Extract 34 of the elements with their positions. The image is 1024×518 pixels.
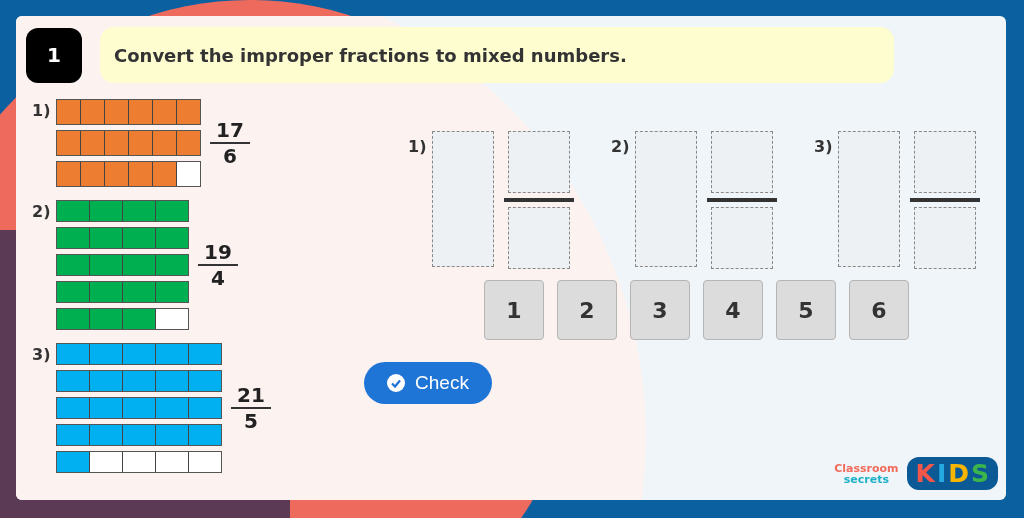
denominator-box[interactable] — [914, 207, 976, 269]
logo-text: Classroom — [834, 462, 899, 474]
denominator-box[interactable] — [711, 207, 773, 269]
numerator: 17 — [216, 118, 244, 142]
question-prompt: Convert the improper fractions to mixed numbers. — [100, 27, 894, 83]
number-tile[interactable]: 4 — [703, 280, 763, 340]
model-label: 3) — [32, 345, 52, 364]
logo-text: secrets — [843, 473, 889, 485]
number-tile[interactable]: 1 — [484, 280, 544, 340]
model-label: 1) — [32, 101, 52, 120]
denominator-box[interactable] — [508, 207, 570, 269]
whole-number-box[interactable] — [432, 131, 494, 267]
kids-logo: KI DS — [906, 457, 998, 490]
denominator: 5 — [244, 409, 258, 433]
model-label: 2) — [32, 202, 52, 221]
numerator-box[interactable] — [508, 131, 570, 193]
question-number: 1 — [26, 27, 82, 83]
answer-label: 2) — [611, 137, 631, 156]
denominator: 4 — [211, 266, 225, 290]
number-tile[interactable]: 2 — [557, 280, 617, 340]
number-tile[interactable]: 3 — [630, 280, 690, 340]
whole-number-box[interactable] — [838, 131, 900, 267]
numerator: 19 — [204, 240, 232, 264]
numerator-box[interactable] — [914, 131, 976, 193]
check-button[interactable]: Check — [364, 362, 492, 404]
check-circle-icon — [387, 374, 406, 392]
answer-label: 3) — [814, 137, 834, 156]
denominator: 6 — [223, 144, 237, 168]
numerator: 21 — [237, 383, 265, 407]
number-tile[interactable]: 5 — [776, 280, 836, 340]
answer-label: 1) — [408, 137, 428, 156]
whole-number-box[interactable] — [635, 131, 697, 267]
number-tile[interactable]: 6 — [849, 280, 909, 340]
numerator-box[interactable] — [711, 131, 773, 193]
